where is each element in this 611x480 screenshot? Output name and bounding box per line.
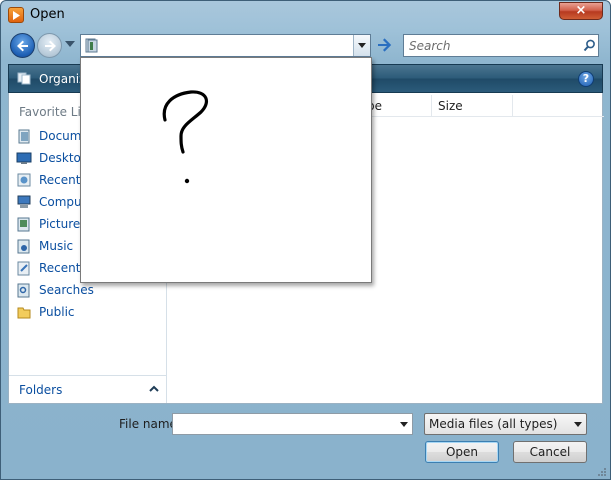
address-dropdown-popup <box>80 57 372 283</box>
column-header-size[interactable]: Size <box>438 99 463 113</box>
nav-item-label: Music <box>39 239 74 253</box>
open-dialog: Open × Search Organize ? Favorite Lin Do… <box>0 0 611 480</box>
open-button[interactable]: Open <box>425 441 499 463</box>
column-divider[interactable] <box>431 95 432 117</box>
arrow-right-icon <box>45 40 56 52</box>
desktop-icon <box>16 152 32 164</box>
organize-icon <box>17 72 31 85</box>
music-icon <box>17 239 30 254</box>
pictures-icon <box>17 217 30 232</box>
search-icon[interactable] <box>583 39 596 52</box>
nav-item-label: Public <box>39 305 75 319</box>
forward-button[interactable] <box>37 33 62 58</box>
chevron-down-icon[interactable] <box>400 422 408 427</box>
file-type-value: Media files (all types) <box>429 417 558 431</box>
chevron-down-icon <box>358 43 366 48</box>
recent-places-icon <box>17 173 31 187</box>
window-title: Open <box>30 7 65 22</box>
searches-icon <box>17 283 30 298</box>
question-mark-drawing <box>162 90 209 184</box>
media-player-icon <box>8 7 24 23</box>
column-divider[interactable] <box>512 95 513 117</box>
file-name-input[interactable] <box>172 413 413 435</box>
file-type-select[interactable]: Media files (all types) <box>424 413 587 435</box>
resize-grip-icon[interactable] <box>597 467 607 477</box>
chevron-down-icon <box>574 422 582 427</box>
title-bar: Open × <box>1 1 610 29</box>
go-button[interactable] <box>374 35 396 56</box>
recent-pages-chevron-icon[interactable] <box>65 41 75 47</box>
library-icon <box>85 38 98 53</box>
search-box[interactable]: Search <box>403 34 599 57</box>
folders-toggle[interactable]: Folders <box>9 375 166 403</box>
arrow-right-icon <box>378 38 392 52</box>
address-dropdown-button[interactable] <box>353 35 370 56</box>
help-icon[interactable]: ? <box>578 71 594 87</box>
back-button[interactable] <box>10 33 35 58</box>
cancel-button[interactable]: Cancel <box>513 441 587 463</box>
address-bar[interactable] <box>80 34 371 57</box>
chevron-up-icon <box>149 385 159 392</box>
arrow-left-icon <box>17 40 28 52</box>
favorite-links-header: Favorite Lin <box>19 105 89 119</box>
folders-label: Folders <box>19 383 63 397</box>
recently-changed-icon <box>17 261 30 276</box>
public-folder-icon <box>17 307 31 319</box>
close-button[interactable]: × <box>559 2 603 20</box>
search-placeholder: Search <box>409 39 451 53</box>
computer-icon <box>17 195 31 208</box>
documents-icon <box>18 129 30 144</box>
nav-item-public[interactable]: Public <box>15 301 165 323</box>
nav-item-label: Searches <box>39 283 94 297</box>
